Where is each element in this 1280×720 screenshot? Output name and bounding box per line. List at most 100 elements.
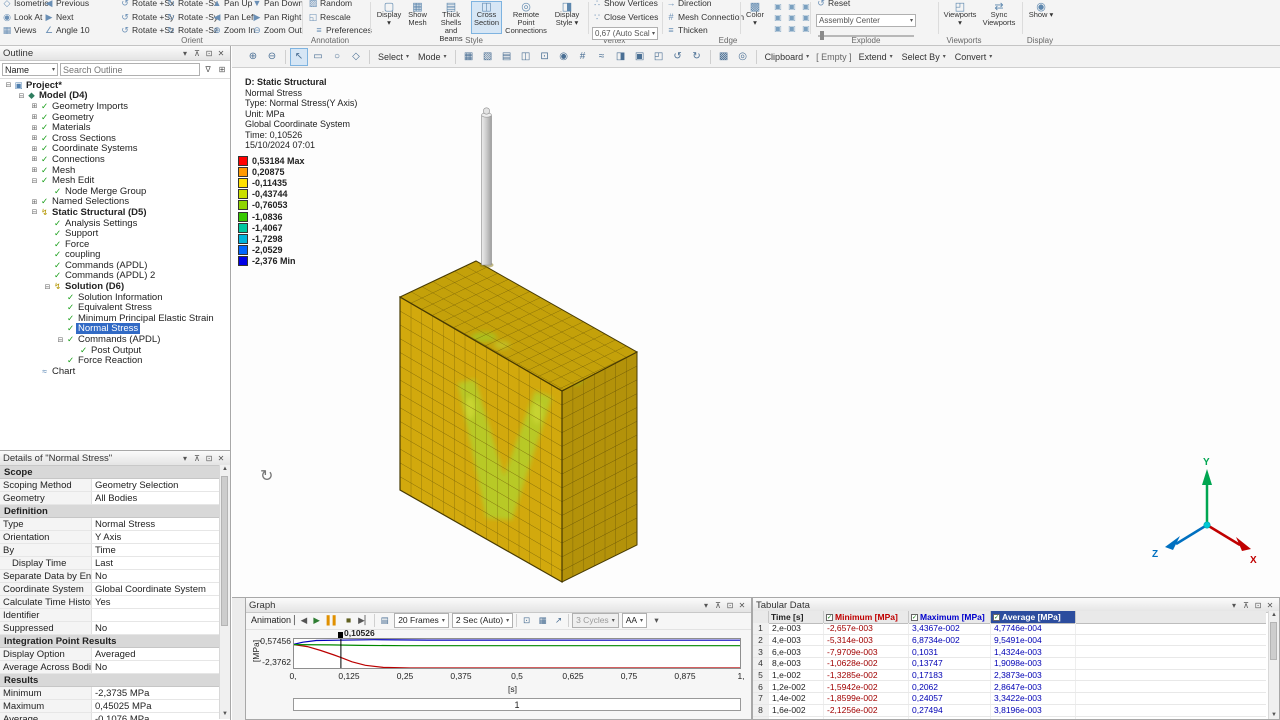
name-filter-dropdown[interactable]: Name ▾ — [2, 63, 58, 76]
tree-item-solution-information[interactable]: ✓ Solution Information — [0, 292, 230, 303]
expander-icon[interactable]: ⊞ — [30, 102, 39, 110]
ribbon-show-mesh-button[interactable]: ▦ Show Mesh — [404, 1, 431, 34]
triad-y-axis[interactable]: Y — [1202, 457, 1212, 525]
close-icon[interactable]: ✕ — [736, 601, 748, 610]
expander-icon[interactable]: ⊟ — [30, 177, 39, 185]
frames-dropdown[interactable]: 20 Frames ▾ — [394, 612, 449, 628]
slice-plane-icon[interactable]: ◫ — [517, 48, 535, 66]
tree-item-minimum-principal-elastic-strain[interactable]: ✓ Minimum Principal Elastic Strain — [0, 313, 230, 324]
ribbon-cross-section-button[interactable]: ◫ Cross Section — [471, 1, 502, 34]
next-view-icon[interactable]: ↻ — [688, 48, 706, 66]
ribbon-pan-down[interactable]: ▼ Pan Down — [252, 0, 304, 9]
extend-menu-button[interactable]: Extend ▾ — [855, 51, 897, 63]
tree-item-analysis-settings[interactable]: ✓ Analysis Settings — [0, 218, 230, 229]
tree-item-equivalent-stress[interactable]: ✓ Equivalent Stress — [0, 302, 230, 313]
fit-graph-icon[interactable]: ⊡ — [520, 613, 533, 627]
detail-value[interactable]: No — [92, 570, 230, 582]
ribbon-thicken[interactable]: ≡ Thicken — [666, 24, 707, 36]
table-row[interactable]: 2 4,e-003 -5,314e-003 6,8734e-002 9,5491e-00… — [753, 634, 1266, 647]
assembly-center-dropdown[interactable]: Assembly Center ▾ — [816, 14, 916, 27]
ribbon-close-vertices[interactable]: ∵ Close Vertices — [592, 11, 658, 23]
graph-plot[interactable] — [293, 638, 741, 669]
column-header-average-mpa[interactable]: ✓ Average [MPa] — [991, 611, 1076, 623]
table-row[interactable]: 3 6,e-003 -7,9709e-003 0,1031 1,4324e-003 — [753, 646, 1266, 659]
scroll-up-icon[interactable]: ▲ — [1269, 611, 1279, 620]
panel-menu-icon[interactable]: ▾ — [1228, 601, 1240, 610]
split-screen-icon[interactable]: ◨ — [612, 48, 630, 66]
detail-value[interactable]: All Bodies — [92, 492, 230, 504]
tree-item-cross-sections[interactable]: ⊞ ✓ Cross Sections — [0, 133, 230, 144]
panel-menu-icon[interactable]: ▾ — [179, 49, 191, 58]
graph-grid-icon[interactable]: ▦ — [536, 613, 549, 627]
detail-value[interactable]: Time — [92, 544, 230, 556]
ribbon-zoom-out[interactable]: ⊖ Zoom Out — [252, 24, 302, 36]
ribbon-preferences[interactable]: ≡ Preferences — [314, 24, 371, 36]
ribbon-mini-icon[interactable]: ▣ — [800, 12, 812, 23]
tree-item-named-selections[interactable]: ⊞ ✓ Named Selections — [0, 196, 230, 207]
expander-icon[interactable]: ⊟ — [17, 92, 26, 100]
expand-all-icon[interactable]: ⊞ — [216, 65, 228, 74]
convert-menu-button[interactable]: Convert ▾ — [951, 51, 997, 63]
zoom-out-icon[interactable]: ⊖ — [263, 48, 281, 66]
expander-icon[interactable]: ⊞ — [30, 134, 39, 142]
ribbon-rescale[interactable]: ◱ Rescale — [308, 11, 351, 23]
detail-value[interactable] — [92, 609, 230, 621]
expander-icon[interactable]: ⊞ — [30, 166, 39, 174]
box-select-icon[interactable]: ▭ — [309, 48, 327, 66]
detail-value[interactable]: Averaged — [92, 648, 230, 660]
probe-icon[interactable]: ◉ — [555, 48, 573, 66]
tree-item-coupling[interactable]: ✓ coupling — [0, 249, 230, 260]
tree-item-post-output[interactable]: ✓ Post Output — [0, 345, 230, 356]
tree-item-coordinate-systems[interactable]: ⊞ ✓ Coordinate Systems — [0, 143, 230, 154]
select-cursor-icon[interactable]: ↖ — [290, 47, 308, 66]
expander-icon[interactable]: ⊞ — [30, 124, 39, 132]
tree-item-connections[interactable]: ⊞ ✓ Connections — [0, 154, 230, 165]
expander-icon[interactable]: ⊞ — [30, 155, 39, 163]
close-icon[interactable]: ✕ — [215, 454, 227, 463]
tree-item-model-d4[interactable]: ⊟ ◆ Model (D4) — [0, 90, 230, 101]
detail-value[interactable]: -0,1076 MPa — [92, 713, 230, 720]
table-row[interactable]: 1 2,e-003 -2,657e-003 3,4367e-002 4,7746e-00… — [753, 623, 1266, 635]
ribbon-mini-icon[interactable]: ▣ — [772, 1, 784, 12]
ribbon-display-button[interactable]: ▢ Display ▾ — [376, 1, 402, 34]
panel-menu-icon[interactable]: ▾ — [179, 454, 191, 463]
triad-x-axis[interactable]: X — [1206, 523, 1257, 566]
ribbon-mini-icon[interactable]: ▣ — [786, 1, 798, 12]
ribbon-show-button[interactable]: ◉ Show ▾ — [1026, 1, 1056, 34]
tree-item-force-reaction[interactable]: ✓ Force Reaction — [0, 355, 230, 366]
detail-value[interactable]: -2,3735 MPa — [92, 687, 230, 699]
detail-value[interactable]: Global Coordinate System — [92, 583, 230, 595]
tree-item-normal-stress[interactable]: ✓ Normal Stress — [0, 323, 230, 335]
more-options-icon[interactable]: ▾ — [650, 613, 663, 627]
column-checkbox[interactable]: ✓ — [993, 613, 1000, 621]
ribbon-next[interactable]: ▶ Next — [44, 11, 74, 23]
viewport-layout-icon[interactable]: ◰ — [650, 48, 668, 66]
tree-item-project[interactable]: ⊟ ▣ Project* — [0, 80, 230, 91]
expander-icon[interactable]: ⊞ — [30, 198, 39, 206]
expander-icon[interactable]: ⊟ — [56, 336, 65, 344]
detail-value[interactable]: 0,45025 MPa — [92, 700, 230, 712]
play-icon[interactable]: ▶ — [310, 613, 323, 627]
pin-icon[interactable]: ⊼ — [191, 454, 203, 463]
ribbon-pan-up[interactable]: ▲ Pan Up — [212, 0, 253, 9]
tree-item-support[interactable]: ✓ Support — [0, 228, 230, 239]
scroll-down-icon[interactable]: ▼ — [1269, 711, 1279, 719]
float-icon[interactable]: ⊡ — [1252, 601, 1264, 610]
column-checkbox[interactable]: ✓ — [911, 613, 918, 621]
ribbon-previous[interactable]: ◀ Previous — [44, 0, 90, 9]
tree-item-geometry[interactable]: ⊞ ✓ Geometry — [0, 112, 230, 123]
expander-icon[interactable]: ⊟ — [4, 81, 13, 89]
scrollbar-thumb[interactable] — [1270, 622, 1277, 660]
details-section-integration-point-results[interactable]: Integration Point Results — [0, 635, 230, 648]
table-row[interactable]: 91,8e-002-9,2822e-0020,131413,325e-003 — [753, 716, 1266, 719]
ribbon-mini-icon[interactable]: ▣ — [772, 23, 784, 34]
triad-z-axis[interactable]: Z — [1152, 523, 1208, 560]
details-scrollbar[interactable]: ▲ ▼ — [219, 465, 230, 719]
rod-body[interactable] — [481, 114, 492, 266]
details-section-definition[interactable]: Definition — [0, 505, 230, 518]
ribbon-reset[interactable]: ↺ Reset — [816, 0, 850, 9]
zoom-fit-icon[interactable]: ⊡ — [536, 48, 554, 66]
panel-menu-icon[interactable]: ▾ — [700, 601, 712, 610]
table-scrollbar[interactable]: ▲ ▼ — [1268, 611, 1279, 719]
pause-icon[interactable]: ▌▌ — [326, 613, 339, 627]
